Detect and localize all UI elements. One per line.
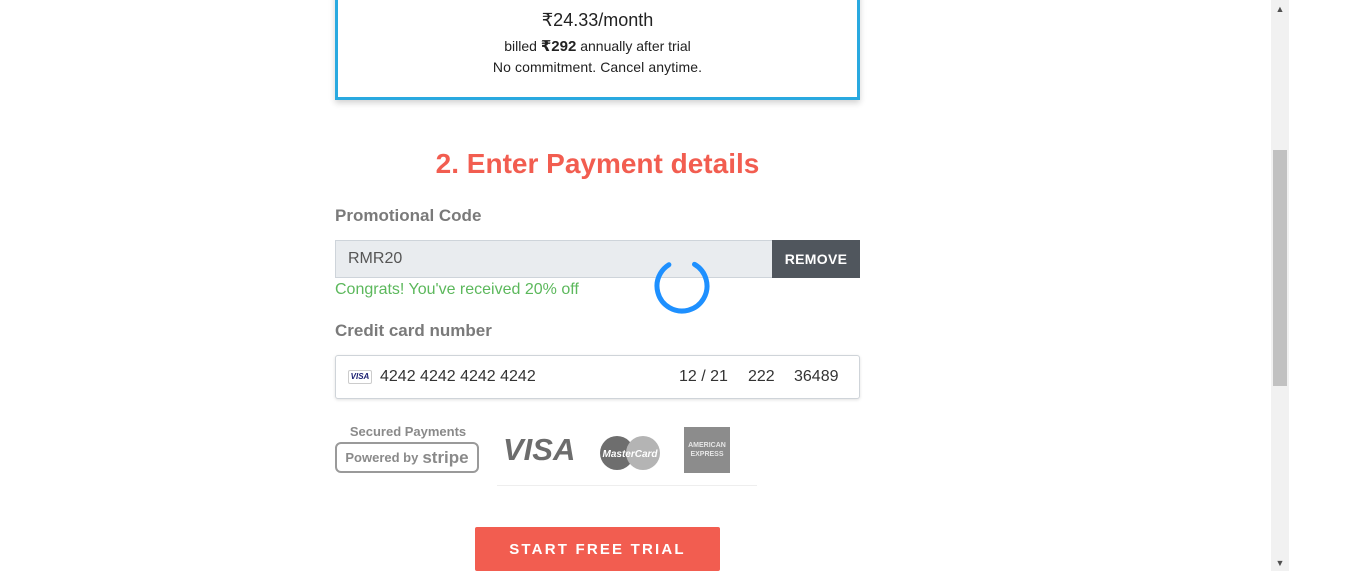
scrollbar-thumb[interactable] [1273, 150, 1287, 386]
powered-by-stripe: Powered by stripe [335, 442, 479, 473]
billed-suffix: annually after trial [576, 38, 691, 54]
plan-billing: billed ₹292 annually after trial [338, 37, 857, 55]
scroll-up-arrow-icon[interactable]: ▲ [1271, 0, 1289, 17]
card-input-box[interactable]: VISA 4242 4242 4242 4242 12 / 21 222 364… [335, 355, 860, 399]
logo-divider [497, 485, 757, 486]
start-free-trial-button[interactable]: START FREE TRIAL [475, 527, 720, 571]
card-cvc-field[interactable]: 222 [748, 368, 775, 386]
powered-by-text: Powered by [345, 450, 419, 465]
amex-logo-icon: AMERICAN EXPRESS [684, 427, 730, 473]
billed-amount: ₹292 [540, 38, 577, 55]
card-expiry-field[interactable]: 12 / 21 [679, 368, 728, 386]
secured-payments-text: Secured Payments [349, 424, 467, 439]
plan-card: ₹24.33/month billed ₹292 annually after … [335, 0, 860, 100]
promo-code-label: Promotional Code [335, 206, 482, 225]
card-number-field[interactable]: 4242 4242 4242 4242 [380, 368, 536, 386]
mastercard-logo-icon: MasterCard [600, 436, 660, 470]
scroll-down-arrow-icon[interactable]: ▼ [1271, 554, 1289, 571]
loading-spinner-icon [654, 258, 710, 314]
visa-logo-icon: VISA [503, 432, 576, 467]
promo-code-row: RMR20 REMOVE [335, 240, 860, 278]
stripe-logo: stripe [422, 447, 469, 467]
amex-line2: EXPRESS [690, 451, 724, 458]
card-zip-field[interactable]: 36489 [794, 368, 839, 386]
plan-commitment: No commitment. Cancel anytime. [492, 59, 703, 75]
svg-text:MasterCard: MasterCard [602, 449, 658, 460]
amex-line1: AMERICAN [688, 442, 726, 449]
remove-promo-button[interactable]: REMOVE [772, 240, 860, 278]
plan-price: ₹24.33/month [541, 10, 654, 30]
visa-card-icon: VISA [348, 370, 372, 384]
payment-section-title: 2. Enter Payment details [435, 148, 760, 179]
scrollbar[interactable]: ▲ ▼ [1271, 0, 1289, 571]
promo-success-message: Congrats! You've received 20% off [335, 281, 579, 298]
card-number-label: Credit card number [335, 321, 492, 340]
stripe-badge: Secured Payments Powered by stripe [335, 421, 481, 473]
billed-prefix: billed [504, 38, 541, 54]
